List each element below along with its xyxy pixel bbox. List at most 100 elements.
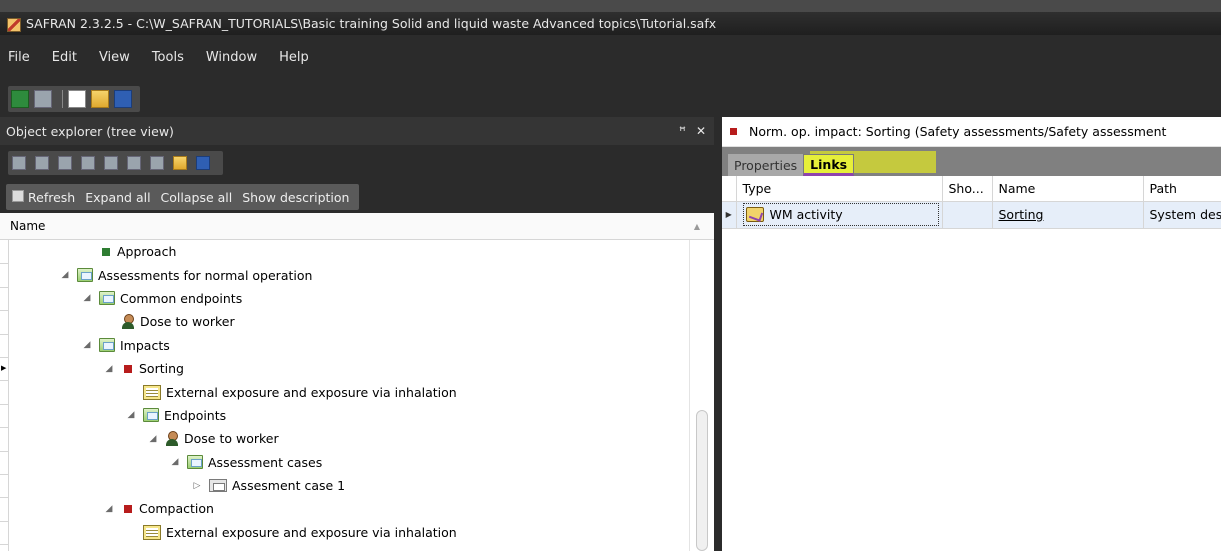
vertical-scrollbar[interactable] [689,240,714,551]
collapsed-arrow-icon[interactable]: ▷ [191,481,203,491]
tab-links[interactable]: Links [803,154,855,176]
row-header-divider [0,380,9,382]
row-header-divider [0,333,9,335]
expanded-arrow-icon[interactable]: ◢ [103,504,115,514]
tree-node-label: Endpoints [164,407,227,423]
column-header-name[interactable]: Name [992,176,1144,202]
tree-node-label: External exposure and exposure via inhal… [166,384,457,400]
row-header-divider [0,544,9,546]
explorer-tool-group [8,151,223,175]
collapse-all-button[interactable]: Collapse all [161,190,233,205]
refresh-icon [12,189,24,202]
expanded-arrow-icon[interactable]: ◢ [81,293,93,303]
expand-all-button[interactable]: Expand all [85,190,150,205]
expanded-arrow-icon[interactable]: ◢ [147,434,159,444]
menu-view[interactable]: View [99,50,130,65]
expanded-arrow-icon[interactable]: ◢ [103,364,115,374]
expanded-arrow-icon[interactable]: ◢ [81,340,93,350]
name-link[interactable]: Sorting [999,207,1044,222]
tree-node-label: Common endpoints [120,290,243,306]
row-header-divider [0,403,9,405]
panel-splitter[interactable] [714,117,722,551]
tree-column-header[interactable]: Name ▲ [0,213,714,240]
detail-panel-title: Norm. op. impact: Sorting (Safety assess… [749,124,1167,139]
expanded-arrow-icon[interactable]: ◢ [125,410,137,420]
name-cell[interactable]: Sorting [992,201,1144,229]
tree-column-name-label: Name [10,219,46,233]
person-icon [121,314,135,330]
scrollbar-thumb[interactable] [696,410,708,551]
new-file-icon[interactable] [68,89,86,108]
links-table-header-row: Type Sho... Name Path [722,176,1221,202]
tree-node[interactable]: ◢ Assessments for normal operation [9,263,689,286]
tree-node[interactable]: ◢ Endpoints [9,404,689,427]
tree-node[interactable]: ◢ Dose to worker [9,427,689,450]
tree-node[interactable]: ◢ Common endpoints [9,287,689,310]
path-cell[interactable]: System desc [1143,201,1221,229]
find-icon[interactable] [196,156,210,170]
show-description-button[interactable]: Show description [242,190,349,205]
wm-activity-icon [745,207,764,222]
rename-icon[interactable] [81,156,95,170]
tree-node-label: Dose to worker [184,431,279,447]
open-folder-icon[interactable] [91,89,109,108]
explorer-actions-bar: Refresh Expand all Collapse all Show des… [0,181,714,213]
forward-icon[interactable] [34,89,52,108]
back-icon[interactable] [11,89,29,108]
current-row-marker-icon: ▶ [1,364,7,372]
expanded-arrow-icon[interactable]: ◢ [169,457,181,467]
column-header-sho[interactable]: Sho... [942,176,993,202]
tree-node[interactable]: ◢ Sorting [9,357,689,380]
column-header-path[interactable]: Path [1143,176,1221,202]
menu-window[interactable]: Window [206,50,257,65]
copy-icon[interactable] [12,156,26,170]
menu-help[interactable]: Help [279,50,309,65]
sho-cell[interactable] [942,201,993,229]
toolbar-separator [62,89,63,108]
tree-node-label: Assessments for normal operation [98,267,313,283]
column-header-type[interactable]: Type [736,176,943,202]
paste-icon[interactable] [58,156,72,170]
save-icon[interactable] [114,89,132,108]
properties-icon[interactable] [173,156,187,170]
type-cell[interactable]: WM activity [736,201,943,229]
menu-edit[interactable]: Edit [52,50,77,65]
row-header-divider [0,427,9,429]
tab-properties[interactable]: Properties [728,154,804,176]
refresh-label: Refresh [28,189,76,205]
tree-node-label: Assessment cases [208,454,323,470]
tree-node-label: Sorting [139,361,184,377]
object-explorer-title: Object explorer (tree view) [6,123,174,139]
tree-node[interactable]: ▷External exposure and exposure via inha… [9,380,689,403]
attach-icon[interactable] [150,156,164,170]
impact-icon [124,504,132,513]
tree-node[interactable]: ◢ Compaction [9,497,689,520]
toolbar-group [8,85,140,112]
tree-node[interactable]: ◢ Assessment cases [9,451,689,474]
delete-icon[interactable] [104,156,118,170]
row-header-divider [0,357,9,358]
tree-node-label: Impacts [120,337,170,353]
cut-icon[interactable] [35,156,49,170]
menu-file[interactable]: File [8,50,30,65]
main-toolbar [0,80,1221,117]
tree-node-label: Dose to worker [140,314,235,330]
expanded-arrow-icon[interactable]: ◢ [59,270,71,280]
table-row[interactable]: ▶ WM activity Sorting System desc [722,201,1221,229]
row-selector-arrow-icon[interactable]: ▶ [722,201,737,229]
tree-node[interactable]: ▷External exposure and exposure via inha… [9,521,689,544]
close-icon[interactable]: ✕ [696,124,706,138]
links-table: Type Sho... Name Path ▶ WM activity Sort… [722,176,1221,229]
tree-node[interactable]: ▷Approach [9,240,689,263]
tree-node[interactable]: ▷Dose to worker [9,310,689,333]
row-header-divider [0,520,9,522]
refresh-button[interactable]: Refresh [12,189,76,205]
pin-icon[interactable]: ꟸ [679,124,686,138]
tree-node[interactable]: ◢ Impacts [9,334,689,357]
menu-tools[interactable]: Tools [152,50,184,65]
explorer-actions-group: Refresh Expand all Collapse all Show des… [6,184,360,210]
folder-icon [187,455,203,470]
tree-node[interactable]: ▷ Assesment case 1 [9,474,689,497]
add-icon[interactable] [127,156,141,170]
explorer-toolbar [0,145,714,181]
